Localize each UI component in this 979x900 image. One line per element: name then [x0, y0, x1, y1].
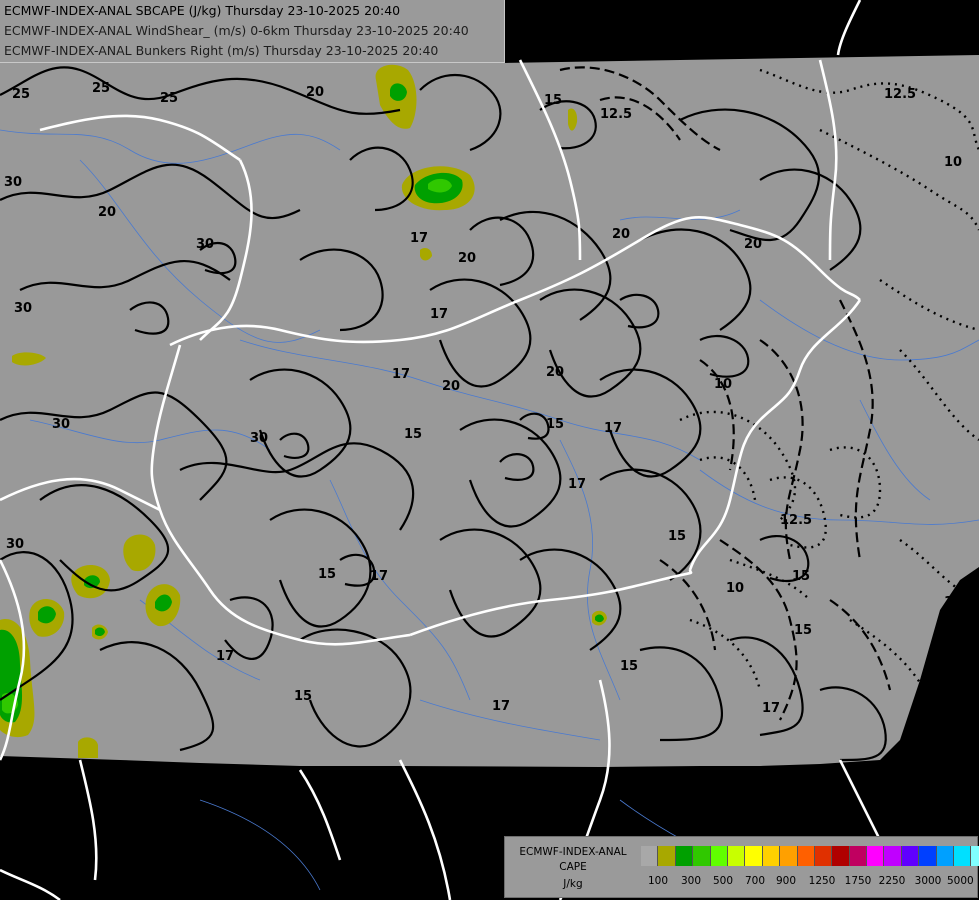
contour-label: 15	[404, 427, 422, 442]
cape-legend: ECMWF-INDEX-ANAL CAPE J/kg 100 300 500 7…	[504, 836, 979, 898]
legend-tick: 100	[647, 875, 669, 887]
legend-swatch	[936, 846, 955, 866]
contour-label: 10	[726, 581, 744, 596]
contour-label: 17	[370, 569, 388, 584]
contour-label: 20	[442, 379, 460, 394]
legend-tick: 2250	[878, 875, 906, 887]
legend-swatch	[693, 846, 711, 866]
contour-label: 15	[794, 623, 812, 638]
header-sbcape: ECMWF-INDEX-ANAL SBCAPE (J/kg) Thursday …	[4, 3, 401, 18]
legend-swatch	[867, 846, 885, 866]
contour-label: 17	[410, 231, 428, 246]
contour-label: 10	[714, 377, 732, 392]
contour-label: 17	[216, 649, 234, 664]
legend-title-model: ECMWF-INDEX-ANAL	[519, 846, 627, 858]
contour-label: 20	[458, 251, 476, 266]
legend-swatch	[762, 846, 781, 866]
legend-swatch	[710, 846, 728, 866]
legend-swatch	[745, 846, 763, 866]
contour-label: 15	[668, 529, 686, 544]
contour-label: 15	[544, 93, 562, 108]
legend-swatch	[727, 846, 746, 866]
legend-swatch	[675, 846, 694, 866]
contour-label: 12.5	[600, 107, 632, 122]
legend-tick: 5000	[946, 875, 974, 887]
contour-label: 12.5	[780, 513, 812, 528]
legend-tick: 1750	[844, 875, 872, 887]
legend-swatch	[884, 846, 902, 866]
legend-tick: 700	[744, 875, 766, 887]
legend-swatch	[901, 846, 920, 866]
contour-label: 20	[744, 237, 762, 252]
legend-swatch	[658, 846, 676, 866]
legend-color-scale	[641, 846, 979, 866]
contour-label: 20	[612, 227, 630, 242]
legend-swatch	[954, 846, 972, 866]
legend-swatch	[780, 846, 798, 866]
contour-label: 15	[620, 659, 638, 674]
contour-label: 17	[392, 367, 410, 382]
contour-label: 30	[196, 237, 214, 252]
legend-tick: 900	[775, 875, 797, 887]
contour-label: 17	[492, 699, 510, 714]
contour-label: 17	[430, 307, 448, 322]
contour-label: 30	[52, 417, 70, 432]
contour-label: 15	[546, 417, 564, 432]
legend-swatch	[971, 846, 979, 866]
legend-swatch	[849, 846, 868, 866]
legend-tick: 1250	[808, 875, 836, 887]
contour-label: 25	[12, 87, 30, 102]
weather-map: 25 25 25 30 30 30 30 30 30 20 20 20 20 2…	[0, 0, 979, 900]
contour-label: 20	[546, 365, 564, 380]
contour-label: 20	[98, 205, 116, 220]
legend-swatch	[814, 846, 833, 866]
contour-label: 15	[294, 689, 312, 704]
legend-tick: 300	[680, 875, 702, 887]
legend-swatch	[832, 846, 850, 866]
contour-label: 10	[944, 155, 962, 170]
legend-title-param: CAPE	[559, 861, 587, 873]
contour-label: 17	[762, 701, 780, 716]
contour-label: 30	[4, 175, 22, 190]
contour-label: 15	[792, 569, 810, 584]
map-header: ECMWF-INDEX-ANAL SBCAPE (J/kg) Thursday …	[0, 0, 505, 63]
contour-label: 30	[250, 431, 268, 446]
contour-label: 25	[160, 91, 178, 106]
contour-label: 30	[14, 301, 32, 316]
legend-swatch	[919, 846, 937, 866]
legend-title-unit: J/kg	[563, 878, 583, 890]
contour-label: 17	[568, 477, 586, 492]
contour-label: 10	[944, 595, 962, 610]
legend-swatch	[797, 846, 815, 866]
legend-tick: 3000	[914, 875, 942, 887]
contour-label: 30	[6, 537, 24, 552]
header-bunkers: ECMWF-INDEX-ANAL Bunkers Right (m/s) Thu…	[4, 43, 439, 58]
contour-label: 25	[92, 81, 110, 96]
contour-label: 17	[604, 421, 622, 436]
contour-label: 20	[306, 85, 324, 100]
contour-label: 15	[318, 567, 336, 582]
contour-label: 12.5	[884, 87, 916, 102]
legend-tick: 500	[712, 875, 734, 887]
legend-swatch	[641, 846, 659, 866]
header-windshear: ECMWF-INDEX-ANAL WindShear_ (m/s) 0-6km …	[4, 23, 469, 38]
